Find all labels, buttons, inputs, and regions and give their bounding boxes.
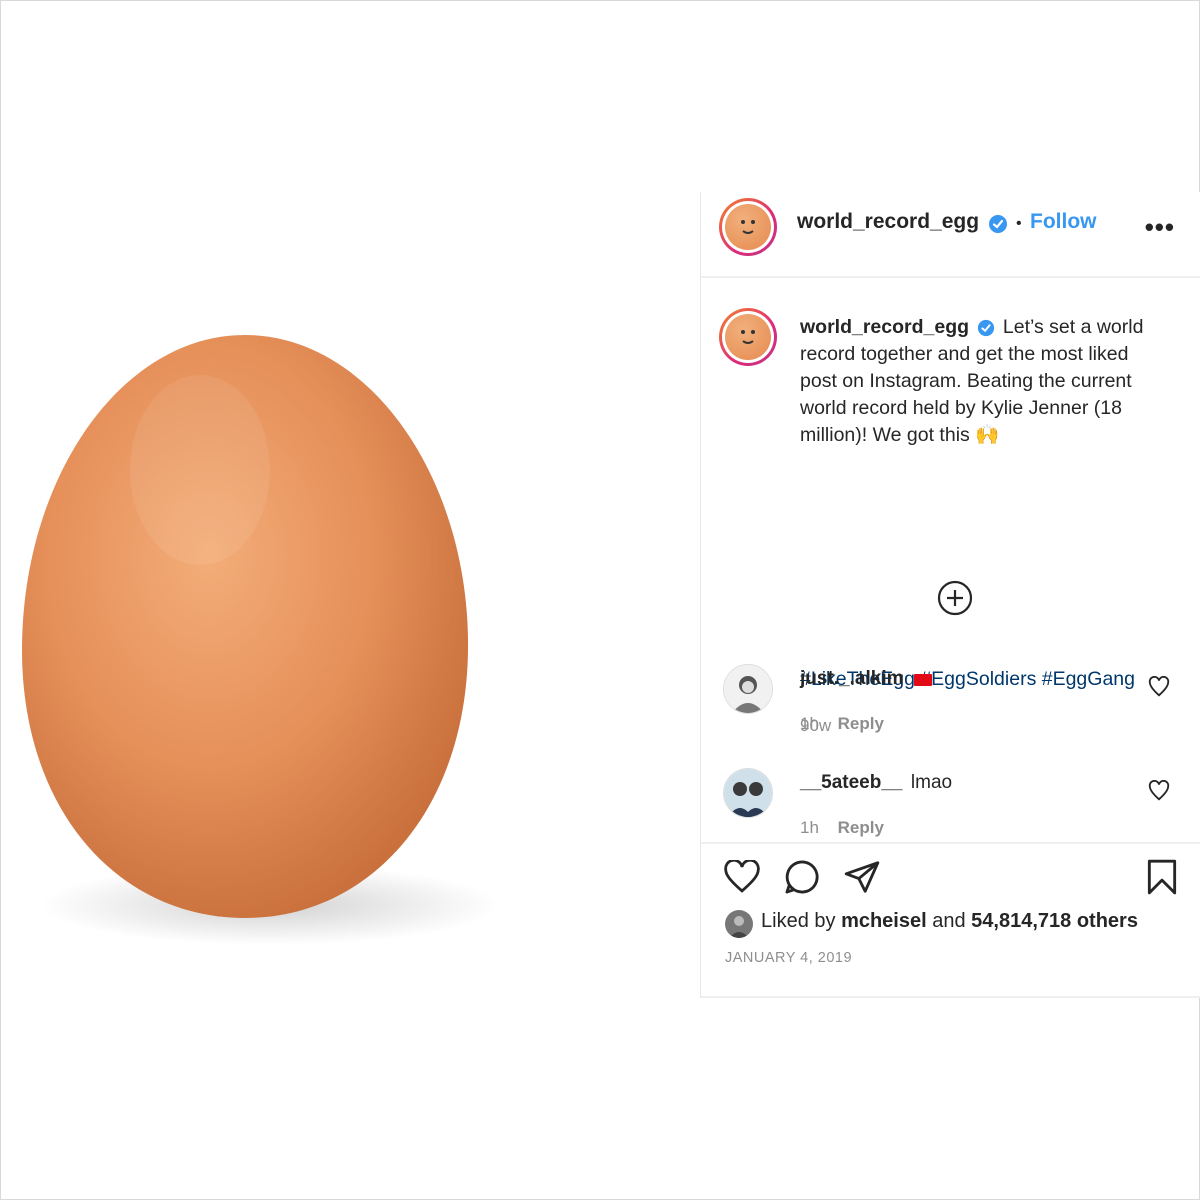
post-header: world_record_egg • Follow ••• [701,192,1200,278]
comment-like-heart-icon[interactable] [1148,780,1170,802]
reply-button[interactable]: Reply [838,818,884,837]
comment-time: 1h [800,818,819,837]
likes-count[interactable]: 54,814,718 others [971,910,1138,932]
caption-avatar[interactable] [719,308,777,366]
post-actions: Liked by mcheisel and 54,814,718 others … [701,842,1200,1000]
comment-meta: 1h Reply [800,818,884,838]
header-separator: • [1015,215,1022,232]
post-panel: world_record_egg • Follow ••• world_reco… [700,192,1200,998]
comment-username[interactable]: just._.alkim [800,668,904,689]
caption-username[interactable]: world_record_egg [800,316,969,338]
comment-like-heart-icon[interactable] [1148,676,1170,698]
liked-by-avatar[interactable] [725,910,753,938]
like-heart-icon[interactable] [723,860,761,894]
comment-text: lmao [910,772,953,793]
liked-mid: and [932,910,966,932]
verified-badge-icon [978,319,995,336]
likes-summary: Liked by mcheisel and 54,814,718 others [761,910,1138,933]
panel-divider [701,996,1200,998]
comment-meta: 1h Reply [800,714,884,734]
liked-prefix: Liked by [761,910,836,932]
comment-row: __5ateeb__ lmao [800,772,952,794]
post-username[interactable]: world_record_egg [797,210,979,233]
turkey-flag-icon [913,673,932,686]
comment-row: just._.alkim [800,668,932,690]
reply-button[interactable]: Reply [838,714,884,733]
load-more-comments-icon[interactable] [937,580,973,616]
comment-username[interactable]: __5ateeb__ [800,772,902,793]
save-bookmark-icon[interactable] [1145,858,1179,896]
more-options-icon[interactable]: ••• [1145,212,1175,243]
post-avatar[interactable] [719,198,777,256]
share-send-icon[interactable] [843,858,881,896]
liked-by-user[interactable]: mcheisel [841,910,927,932]
post-photo [22,335,500,945]
comment-bubble-icon[interactable] [783,858,821,896]
comment-avatar[interactable] [723,664,773,714]
follow-button[interactable]: Follow [1030,210,1097,233]
post-date: JANUARY 4, 2019 [725,950,853,966]
post-caption: world_record_egg Let’s set a world recor… [800,314,1170,449]
comment-avatar[interactable] [723,768,773,818]
comment-time: 1h [800,714,819,733]
verified-badge-icon [988,214,1007,233]
